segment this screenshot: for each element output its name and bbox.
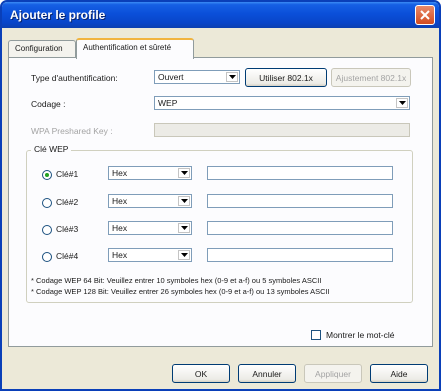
encoding-label: Codage : (31, 99, 66, 109)
wep-group-title: Clé WEP (31, 144, 72, 154)
tab-panel: Type d'authentification: Ouvert Utiliser… (8, 57, 433, 347)
wep-key-1-format: Hex (112, 168, 128, 178)
button-label: Aide (390, 368, 408, 379)
wep-key-3-input[interactable] (207, 221, 393, 235)
show-key-label: Montrer le mot-clé (326, 330, 395, 340)
encoding-value: WEP (158, 98, 178, 108)
wep-key-4-radio[interactable] (42, 252, 52, 262)
chevron-down-icon (178, 250, 190, 260)
wep-key-4-format-select[interactable]: Hex (108, 248, 192, 262)
wep-128-note: * Codage WEP 128 Bit: Veuillez entrer 26… (31, 287, 330, 296)
chevron-down-icon (226, 72, 238, 82)
wep-key-4-input[interactable] (207, 248, 393, 262)
wep-key-2-label: Clé#2 (56, 197, 79, 207)
use-8021x-button[interactable]: Utiliser 802.1x (245, 68, 327, 87)
wep-key-1-label: Clé#1 (56, 169, 79, 179)
wep-key-1-radio[interactable] (42, 170, 52, 180)
button-label: OK (194, 368, 208, 379)
wep-key-2-radio[interactable] (42, 198, 52, 208)
button-label: Annuler (252, 368, 282, 379)
cancel-button[interactable]: Annuler (238, 364, 296, 383)
title-bar[interactable]: Ajouter le profile (2, 2, 439, 28)
auth-type-value: Ouvert (158, 72, 184, 82)
wep-key-1-input[interactable] (207, 166, 393, 180)
button-label: Appliquer (315, 368, 351, 379)
encoding-select[interactable]: WEP (154, 96, 410, 110)
show-key-checkbox[interactable] (311, 330, 321, 340)
wep-key-3-label: Clé#3 (56, 224, 79, 234)
wep-64-note: * Codage WEP 64 Bit: Veuillez entrer 10 … (31, 276, 322, 285)
tab-label: Authentification et sûreté (83, 43, 172, 52)
wpa-key-label: WPA Preshared Key : (31, 126, 113, 136)
wep-key-4-format: Hex (112, 250, 128, 260)
dialog-title: Ajouter le profile (10, 8, 106, 22)
button-label: Utiliser 802.1x (259, 72, 313, 83)
wep-key-3-format-select[interactable]: Hex (108, 221, 192, 235)
chevron-down-icon (396, 98, 408, 108)
ok-button[interactable]: OK (172, 364, 230, 383)
chevron-down-icon (178, 223, 190, 233)
auth-type-label: Type d'authentification: (31, 73, 118, 83)
auth-type-select[interactable]: Ouvert (154, 70, 240, 84)
tab-configuration[interactable]: Configuration (8, 40, 76, 58)
wep-key-4-label: Clé#4 (56, 251, 79, 261)
wpa-key-input[interactable] (154, 123, 410, 137)
adjust-8021x-button[interactable]: Ajustement 802.1x (331, 68, 411, 87)
wep-key-2-input[interactable] (207, 194, 393, 208)
wep-key-2-format-select[interactable]: Hex (108, 194, 192, 208)
wep-key-1-format-select[interactable]: Hex (108, 166, 192, 180)
tab-authentication-security[interactable]: Authentification et sûreté (76, 38, 194, 59)
close-icon (420, 10, 430, 20)
wep-key-2-format: Hex (112, 196, 128, 206)
button-label: Ajustement 802.1x (335, 72, 407, 83)
wep-key-3-radio[interactable] (42, 225, 52, 235)
add-profile-dialog: Ajouter le profile Configuration Authent… (0, 0, 441, 391)
chevron-down-icon (178, 168, 190, 178)
apply-button[interactable]: Appliquer (304, 364, 362, 383)
wep-key-3-format: Hex (112, 223, 128, 233)
help-button[interactable]: Aide (370, 364, 428, 383)
close-button[interactable] (415, 5, 435, 25)
chevron-down-icon (178, 196, 190, 206)
tab-label: Configuration (15, 44, 63, 53)
